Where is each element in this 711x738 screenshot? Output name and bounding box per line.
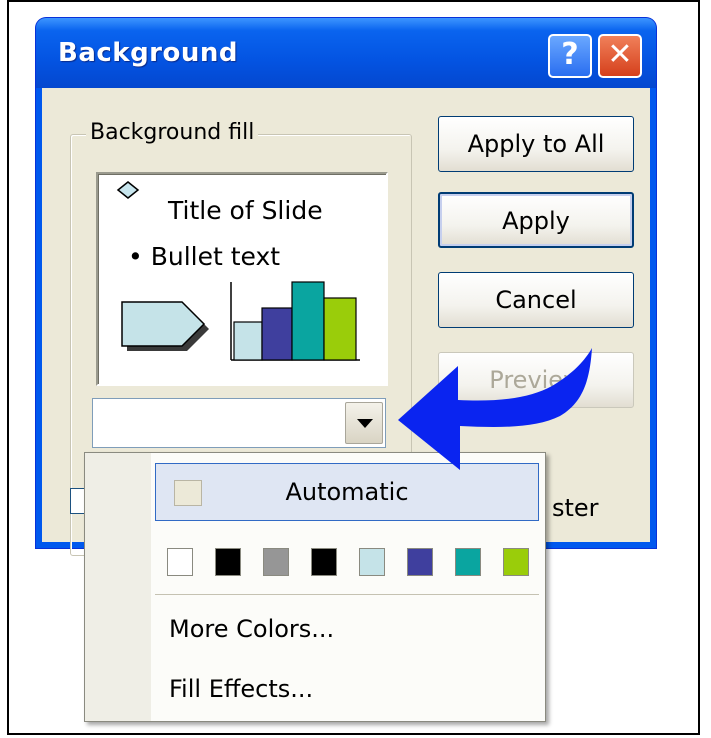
chart-bar-1 <box>233 321 263 361</box>
help-icon: ? <box>561 37 579 72</box>
color-swatch[interactable] <box>503 548 529 576</box>
dialog-title: Background <box>58 38 238 68</box>
popup-gutter <box>85 453 151 721</box>
color-swatch[interactable] <box>455 548 481 576</box>
color-swatch[interactable] <box>311 548 337 576</box>
automatic-option[interactable]: Automatic <box>155 463 539 521</box>
color-swatch[interactable] <box>167 548 193 576</box>
slide-preview: Title of Slide • Bullet text <box>96 172 388 386</box>
color-palette-popup: Automatic More Colors... Fill Effects... <box>84 452 546 722</box>
close-icon: ✕ <box>607 37 633 72</box>
chart-bar-3 <box>291 281 325 361</box>
fill-color-dropdown[interactable] <box>92 398 386 448</box>
menu-separator <box>155 594 539 595</box>
fill-effects-item[interactable]: Fill Effects... <box>169 675 313 703</box>
group-label: Background fill <box>86 120 259 145</box>
diamond-icon <box>116 181 140 199</box>
title-bar[interactable]: Background ? ✕ <box>36 18 656 88</box>
omit-graphics-label: ster <box>552 494 599 522</box>
color-swatch[interactable] <box>359 548 385 576</box>
cancel-button[interactable]: Cancel <box>438 272 634 328</box>
chevron-down-icon[interactable] <box>345 402 383 444</box>
preview-button[interactable]: Preview <box>438 352 634 408</box>
automatic-label: Automatic <box>285 478 409 506</box>
apply-to-all-button[interactable]: Apply to All <box>438 116 634 172</box>
preview-bullet: • Bullet text <box>128 242 281 271</box>
apply-button[interactable]: Apply <box>438 192 634 248</box>
chart-bar-2 <box>261 307 293 361</box>
close-button[interactable]: ✕ <box>598 34 642 78</box>
help-button[interactable]: ? <box>548 34 592 78</box>
more-colors-item[interactable]: More Colors... <box>169 615 334 643</box>
preview-title: Title of Slide <box>168 196 323 225</box>
color-swatch[interactable] <box>407 548 433 576</box>
color-swatch[interactable] <box>263 548 289 576</box>
chart-bar-4 <box>323 297 357 361</box>
color-swatch[interactable] <box>215 548 241 576</box>
